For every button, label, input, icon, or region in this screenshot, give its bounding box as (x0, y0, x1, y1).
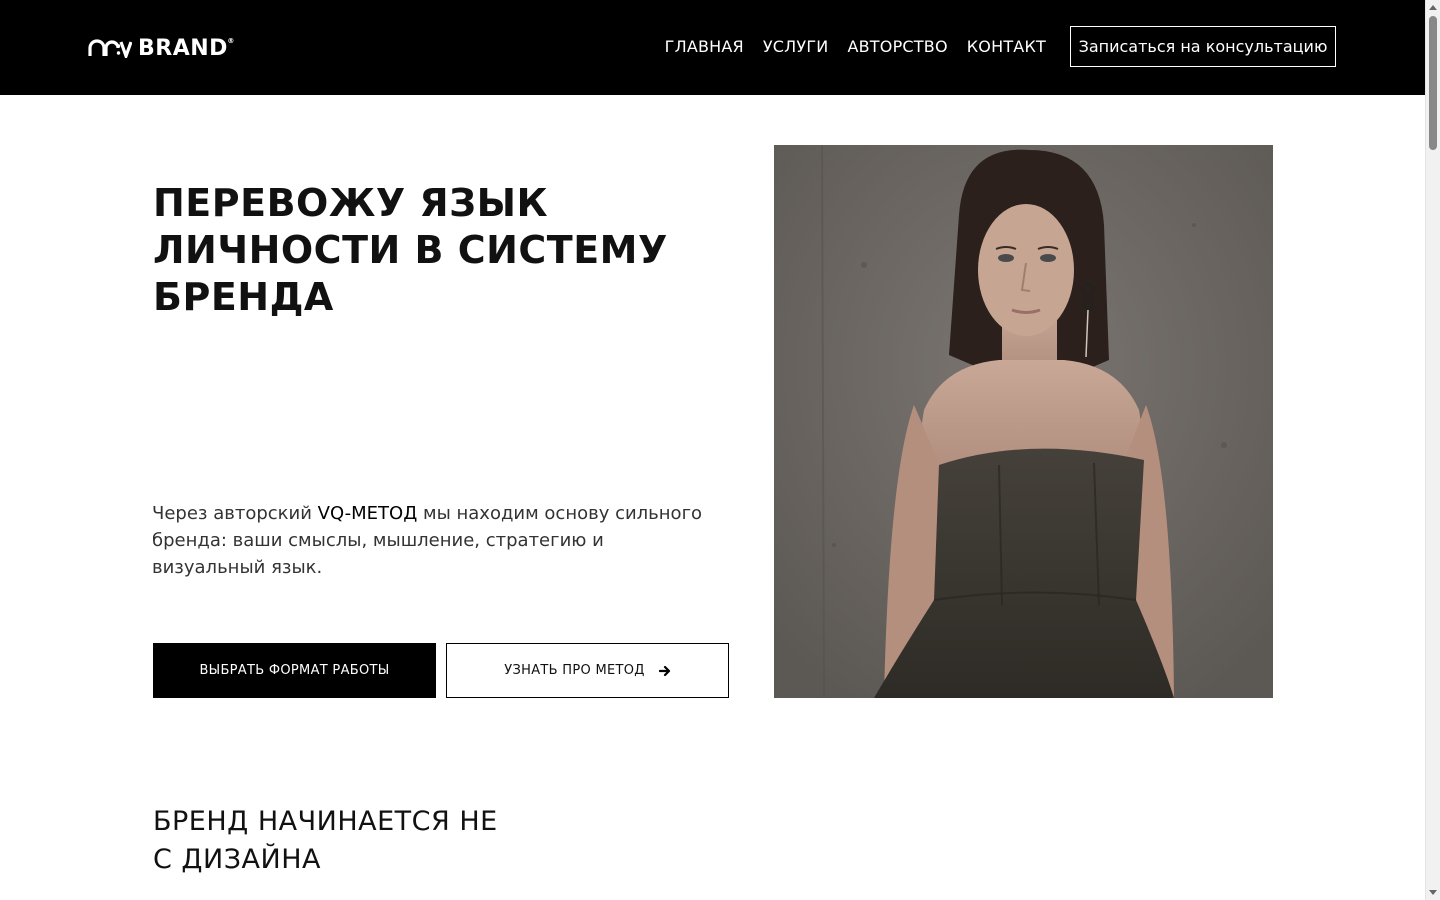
choose-format-button[interactable]: ВЫБРАТЬ ФОРМАТ РАБОТЫ (153, 643, 436, 698)
logo-text: BRAND ® (138, 35, 235, 61)
portrait-photo (774, 145, 1273, 698)
brand-logo[interactable]: BRAND ® (88, 35, 235, 61)
learn-method-button[interactable]: УЗНАТЬ ПРО МЕТОД (446, 643, 729, 698)
hero-description: Через авторский VQ-МЕТОД мы находим осно… (152, 500, 722, 581)
hero-title-line: БРЕНДА (153, 275, 334, 319)
logo-mark-icon (88, 38, 132, 58)
scrollbar-thumb[interactable] (1429, 16, 1437, 150)
page-scrollbar[interactable] (1425, 0, 1440, 900)
site-header: BRAND ® ГЛАВНАЯ УСЛУГИ АВТОРСТВО КОНТАКТ … (0, 0, 1425, 95)
hero-title-line: ЛИЧНОСТИ В СИСТЕМУ (153, 228, 668, 272)
nav-link-contact[interactable]: КОНТАКТ (967, 37, 1046, 56)
nav-link-authorship[interactable]: АВТОРСТВО (847, 37, 947, 56)
main-nav: ГЛАВНАЯ УСЛУГИ АВТОРСТВО КОНТАКТ (665, 37, 1046, 56)
vq-method-highlight: VQ-МЕТОД (317, 503, 418, 524)
arrow-right-icon (658, 665, 671, 677)
section-title-line: БРЕНД НАЧИНАЕТСЯ НЕ (153, 806, 498, 837)
learn-method-label: УЗНАТЬ ПРО МЕТОД (504, 663, 645, 678)
registered-mark: ® (227, 36, 235, 45)
hero-desc-text: Через авторский (152, 503, 318, 524)
nav-link-services[interactable]: УСЛУГИ (763, 37, 829, 56)
scroll-up-icon[interactable] (1429, 5, 1437, 10)
section-title-brand: БРЕНД НАЧИНАЕТСЯ НЕ С ДИЗАЙНА (153, 803, 573, 879)
hero-title: ПЕРЕВОЖУ ЯЗЫК ЛИЧНОСТИ В СИСТЕМУ БРЕНДА (153, 180, 713, 321)
book-consultation-button[interactable]: Записаться на консультацию (1070, 26, 1336, 67)
nav-link-home[interactable]: ГЛАВНАЯ (665, 37, 744, 56)
hero-title-line: ПЕРЕВОЖУ ЯЗЫК (153, 181, 549, 225)
scroll-down-icon[interactable] (1429, 890, 1437, 895)
section-title-line: С ДИЗАЙНА (153, 844, 321, 875)
